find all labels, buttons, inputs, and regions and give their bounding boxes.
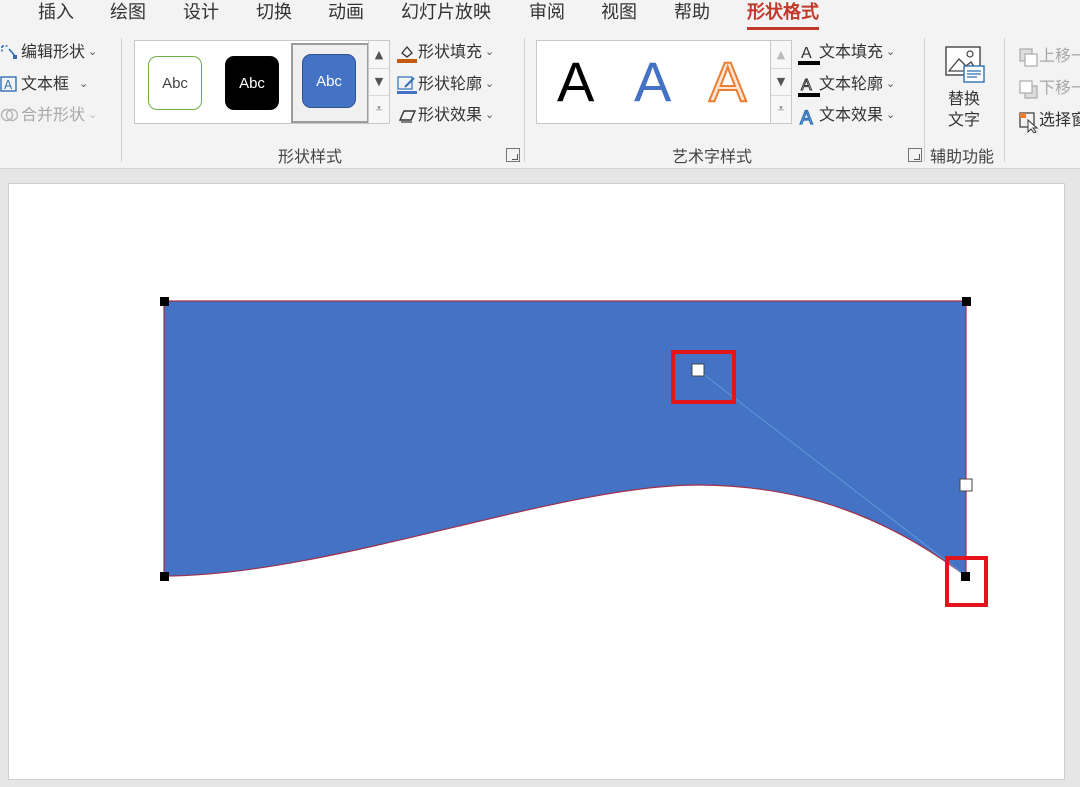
vertex-handle-right[interactable] bbox=[959, 478, 973, 492]
bezier-control-handle[interactable] bbox=[691, 363, 705, 377]
freeform-wave-shape[interactable] bbox=[163, 300, 967, 578]
resize-handle-bottom-left[interactable] bbox=[160, 572, 169, 581]
slide-drawing-layer bbox=[160, 297, 988, 607]
vertex-handle-bottom-right[interactable] bbox=[961, 572, 970, 581]
resize-handle-top-left[interactable] bbox=[160, 297, 169, 306]
resize-handle-top-right[interactable] bbox=[962, 297, 971, 306]
